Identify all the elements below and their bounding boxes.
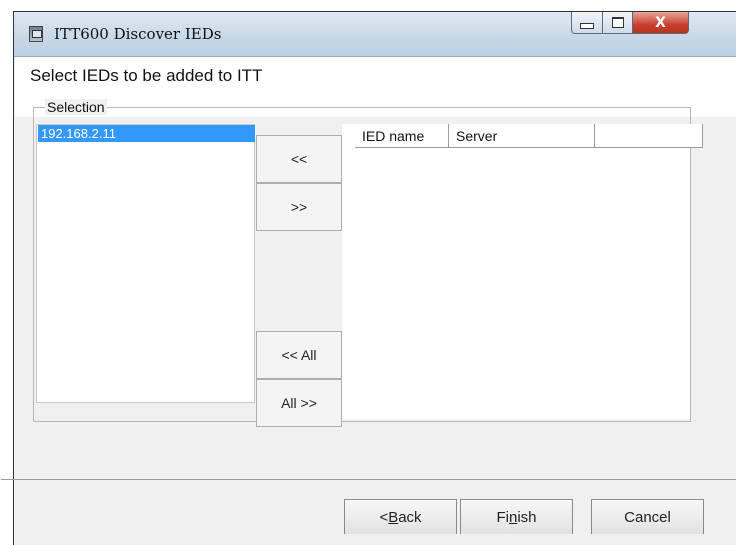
maximize-button[interactable] bbox=[602, 12, 633, 34]
selected-ieds-table[interactable]: IED name Server bbox=[342, 124, 703, 419]
move-all-left-button[interactable]: << All bbox=[256, 331, 342, 379]
finish-label-mnemonic: n bbox=[508, 508, 518, 526]
finish-label-rest: ish bbox=[517, 508, 537, 526]
back-label-mnemonic: B bbox=[388, 508, 399, 526]
column-header-ied-name[interactable]: IED name bbox=[355, 124, 449, 148]
finish-button[interactable]: Fi n ish bbox=[460, 499, 573, 534]
minimize-button[interactable] bbox=[571, 12, 603, 34]
column-header-blank[interactable] bbox=[595, 124, 703, 148]
title-bar[interactable]: ITT600 Discover IEDs X bbox=[14, 12, 736, 57]
move-all-right-button[interactable]: All >> bbox=[256, 379, 342, 427]
close-button[interactable]: X bbox=[632, 12, 689, 34]
close-icon: X bbox=[655, 14, 666, 31]
maximize-icon bbox=[611, 17, 624, 28]
minimize-icon bbox=[580, 22, 594, 29]
column-header-server[interactable]: Server bbox=[449, 124, 595, 148]
move-left-button[interactable]: << bbox=[256, 135, 342, 183]
list-item[interactable]: 192.168.2.11 bbox=[38, 125, 255, 142]
cancel-button[interactable]: Cancel bbox=[591, 499, 704, 534]
back-label-rest: ack bbox=[398, 508, 422, 526]
window-title: ITT600 Discover IEDs bbox=[54, 25, 222, 43]
available-ieds-list[interactable]: 192.168.2.11 bbox=[36, 124, 255, 403]
move-right-button[interactable]: >> bbox=[256, 183, 342, 231]
app-icon bbox=[29, 26, 43, 42]
finish-label-pre: Fi bbox=[496, 508, 509, 526]
selection-group-label: Selection bbox=[45, 99, 107, 115]
page-title: Select IEDs to be added to ITT bbox=[30, 66, 263, 85]
back-label-prefix: < bbox=[379, 508, 389, 526]
footer-separator bbox=[1, 479, 736, 480]
back-button[interactable]: < Back bbox=[344, 499, 457, 534]
